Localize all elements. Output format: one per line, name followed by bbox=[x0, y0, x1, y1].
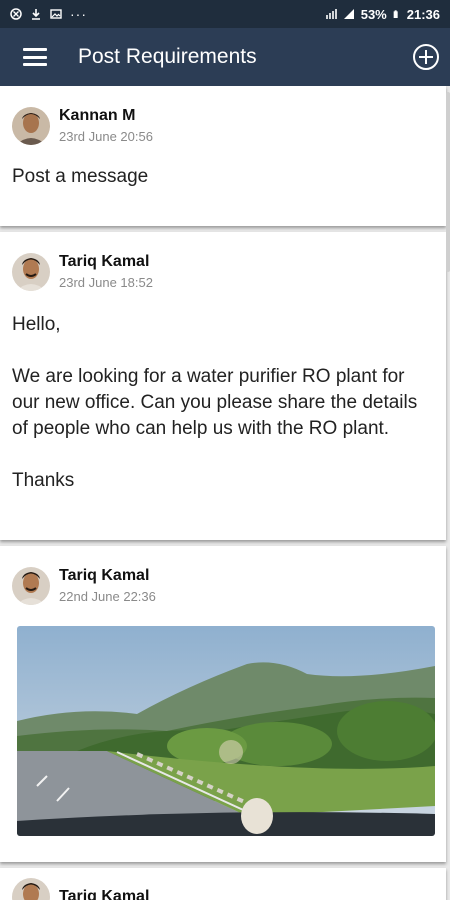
avatar[interactable] bbox=[12, 567, 50, 605]
post-body: Hello, We are looking for a water purifi… bbox=[0, 312, 446, 494]
avatar[interactable] bbox=[12, 107, 50, 145]
post-time: 23rd June 18:52 bbox=[59, 275, 153, 290]
status-left-icons: ··· bbox=[10, 6, 87, 22]
post-header: Tariq Kamal 23rd June 18:52 bbox=[0, 232, 446, 292]
add-circle-icon[interactable] bbox=[412, 43, 440, 71]
avatar[interactable] bbox=[12, 253, 50, 291]
post-author[interactable]: Kannan M bbox=[59, 106, 153, 126]
app-bar: Post Requirements bbox=[0, 28, 450, 86]
post-card[interactable]: Tariq Kamal 22nd June 22:36 bbox=[0, 546, 446, 862]
battery-icon bbox=[393, 10, 398, 18]
post-author[interactable]: Tariq Kamal bbox=[59, 566, 156, 586]
post-text-line: our new office. Can you please share the… bbox=[12, 392, 418, 413]
clock: 21:36 bbox=[406, 6, 440, 22]
post-time: 23rd June 20:56 bbox=[59, 129, 153, 144]
hamburger-menu-icon bbox=[23, 48, 47, 66]
post-card[interactable]: Kannan M 23rd June 20:56 Post a message bbox=[0, 86, 446, 226]
post-body: Post a message bbox=[0, 164, 446, 190]
post-text-line: We are looking for a water purifier RO p… bbox=[12, 366, 405, 387]
post-header: Tariq Kamal 22nd June 22:36 bbox=[0, 546, 446, 606]
status-right: 53% 21:36 bbox=[325, 7, 440, 22]
post-text-line: of people who can help us with the RO pl… bbox=[12, 418, 390, 439]
menu-button[interactable] bbox=[0, 28, 70, 86]
post-image[interactable] bbox=[17, 626, 435, 836]
post-meta: Tariq Kamal 22nd June 22:36 bbox=[59, 566, 156, 606]
scrollbar[interactable] bbox=[446, 92, 450, 272]
page-title: Post Requirements bbox=[78, 45, 257, 68]
post-meta: Tariq Kamal 23rd June 18:52 bbox=[59, 252, 153, 292]
post-author[interactable]: Tariq Kamal bbox=[59, 252, 153, 272]
network-icon bbox=[325, 9, 337, 19]
notification-icon bbox=[10, 8, 22, 20]
post-meta: Kannan M 23rd June 20:56 bbox=[59, 106, 153, 146]
post-text-line: Post a message bbox=[12, 166, 149, 187]
post-author[interactable]: Tariq Kamal bbox=[59, 887, 149, 900]
post-card[interactable]: Tariq Kamal bbox=[0, 868, 446, 900]
download-icon bbox=[32, 9, 40, 20]
post-text-line: Hello, bbox=[12, 314, 61, 335]
post-time: 22nd June 22:36 bbox=[59, 589, 156, 604]
signal-icon bbox=[343, 9, 354, 19]
post-header: Kannan M 23rd June 20:56 bbox=[0, 86, 446, 146]
post-header: Tariq Kamal bbox=[0, 868, 446, 900]
post-feed[interactable]: Kannan M 23rd June 20:56 Post a message … bbox=[0, 86, 450, 900]
post-card[interactable]: Tariq Kamal 23rd June 18:52 Hello, We ar… bbox=[0, 232, 446, 540]
avatar[interactable] bbox=[12, 878, 50, 900]
image-icon bbox=[50, 9, 62, 19]
post-text-line: Thanks bbox=[12, 470, 75, 491]
more-dots-icon: ··· bbox=[70, 6, 87, 22]
post-meta: Tariq Kamal bbox=[59, 887, 149, 900]
battery-percent: 53% bbox=[360, 6, 387, 22]
status-bar: ··· 53% 21:36 bbox=[0, 0, 450, 28]
